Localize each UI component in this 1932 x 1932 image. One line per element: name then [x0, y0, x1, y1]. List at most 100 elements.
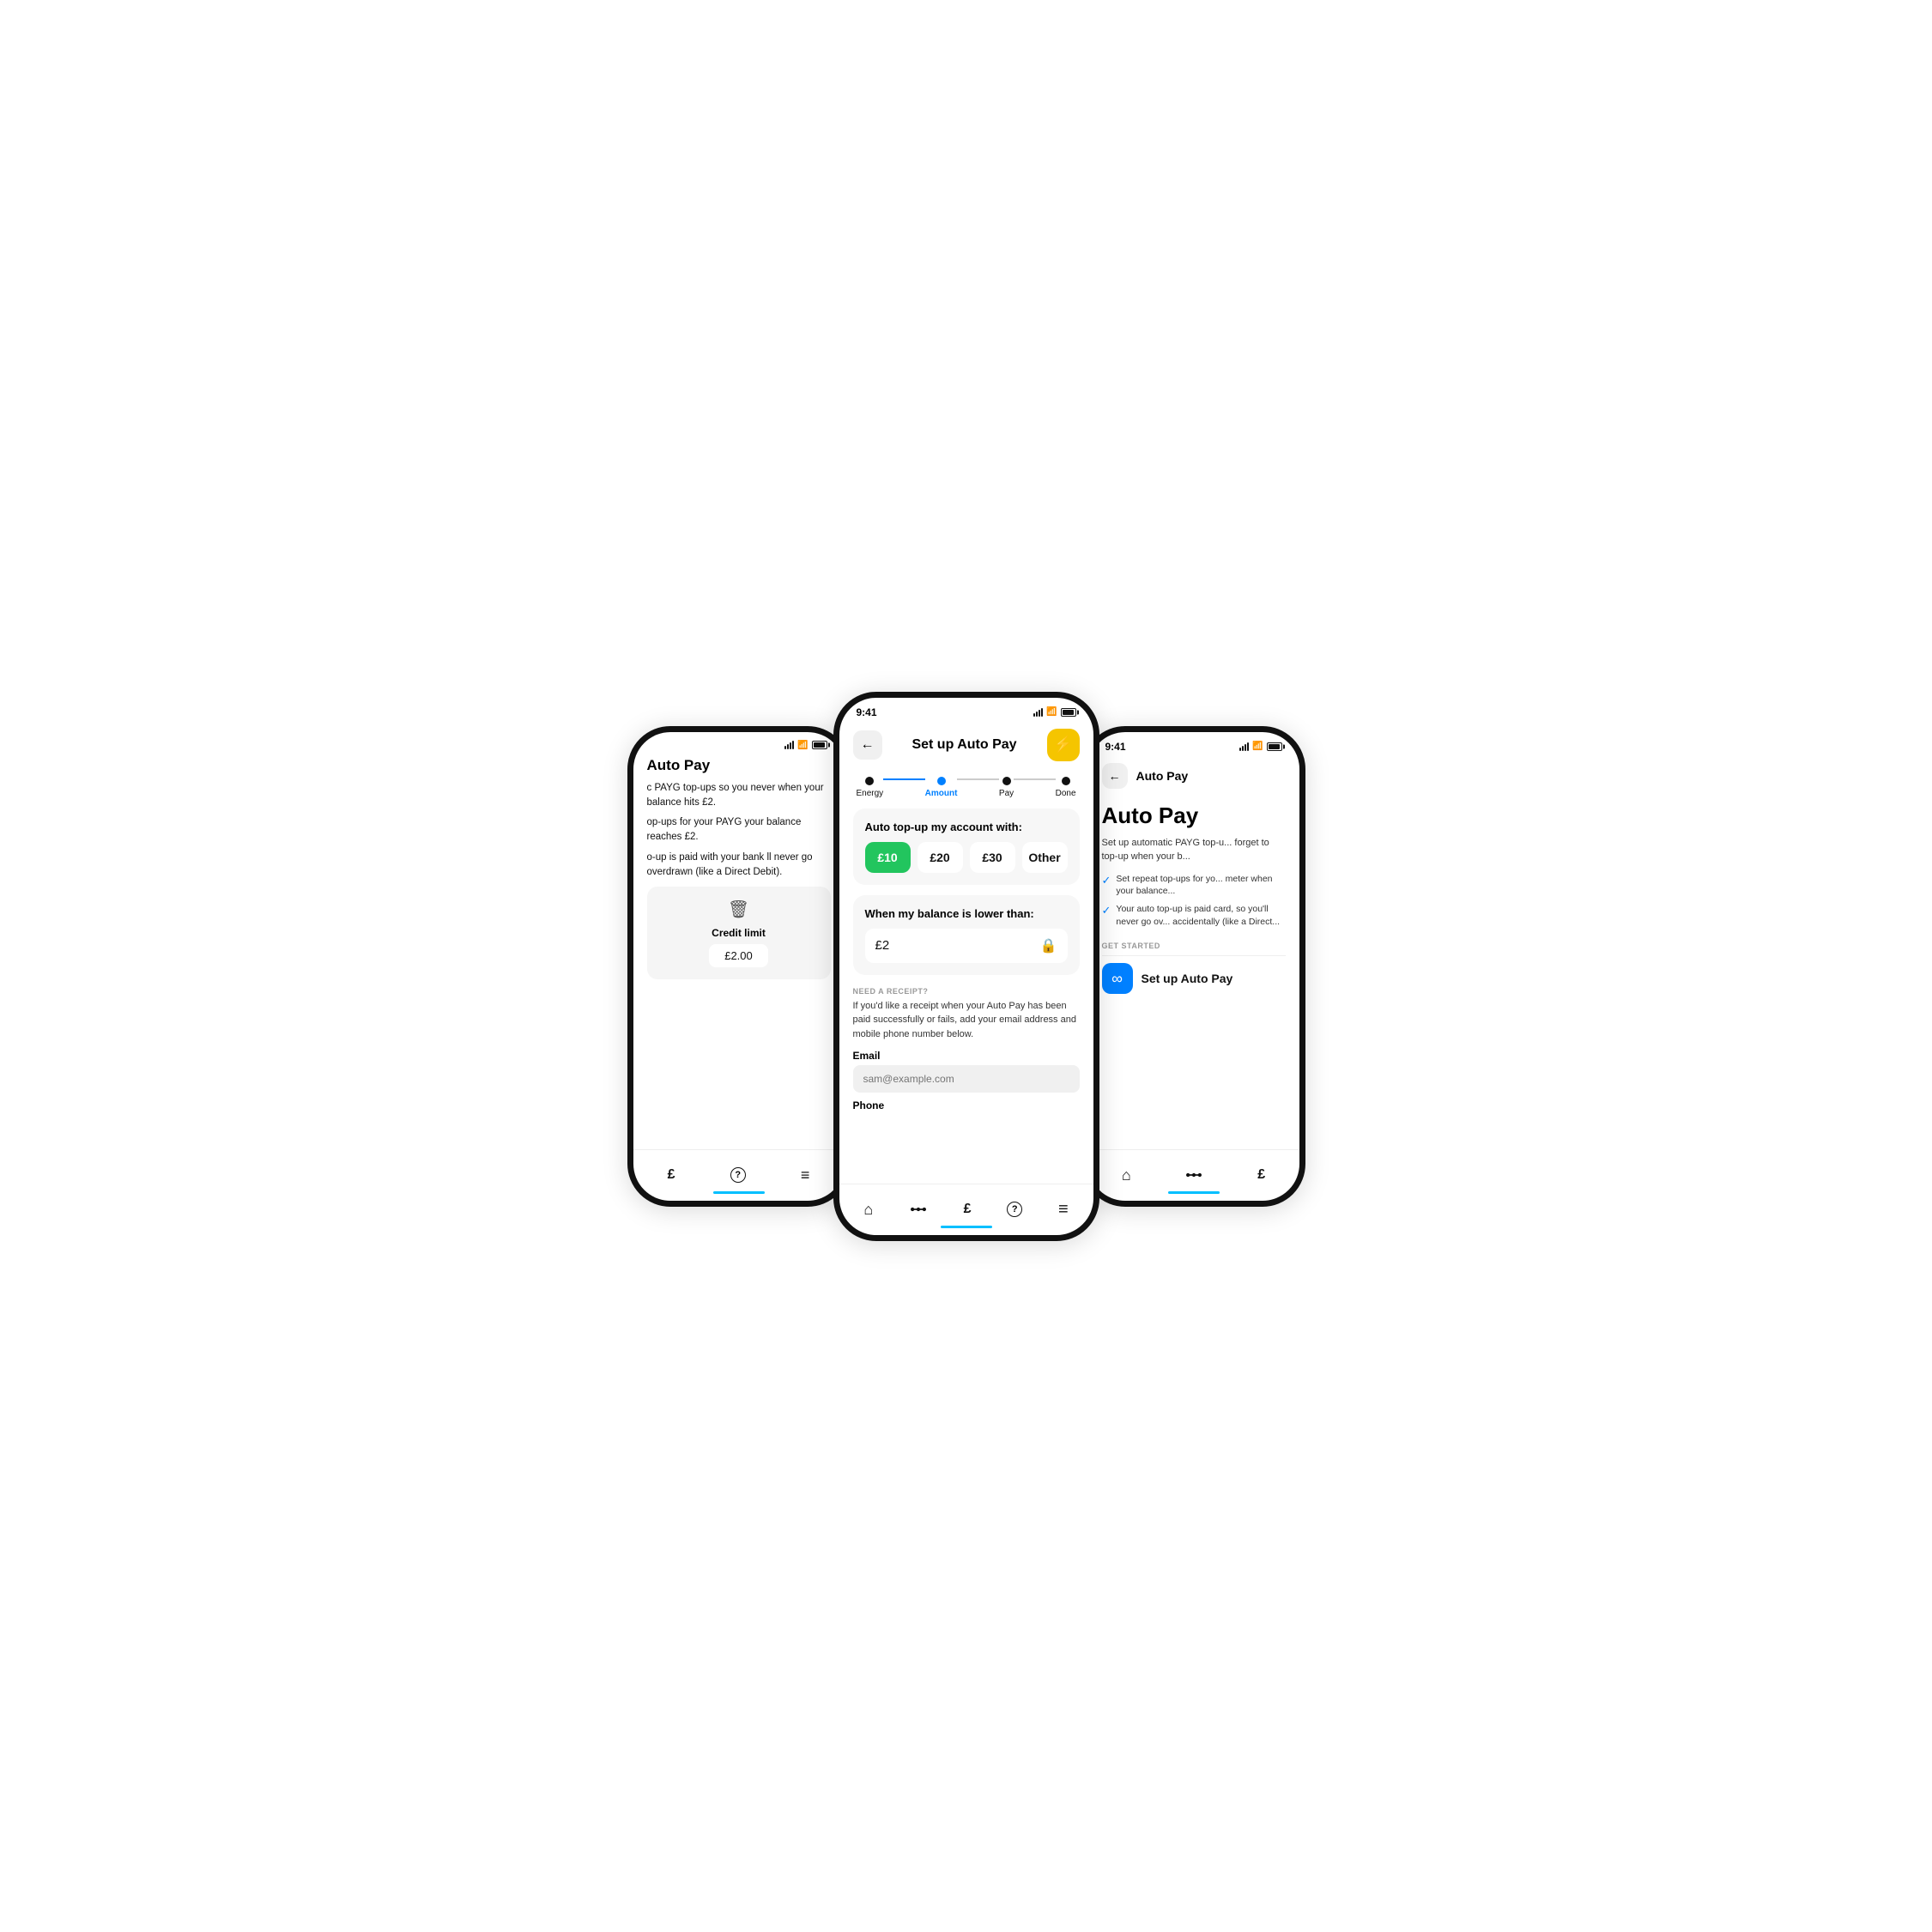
left-page-title: Auto Pay	[647, 757, 831, 774]
setup-autopay-label: Set up Auto Pay	[1142, 972, 1233, 985]
left-nav-menu[interactable]: ≡	[801, 1166, 810, 1184]
step-label-energy: Energy	[857, 789, 884, 798]
right-time: 9:41	[1105, 741, 1126, 753]
lock-icon: 🔒	[1040, 937, 1057, 954]
amount-other-button[interactable]: Other	[1022, 842, 1068, 873]
amount-30-button[interactable]: £30	[970, 842, 1015, 873]
right-back-button[interactable]: ←	[1102, 763, 1128, 789]
left-credit-card: 🗑 Credit limit £2.00	[647, 887, 831, 979]
center-nav-help[interactable]: ?	[1007, 1202, 1022, 1217]
signal-icon	[784, 741, 794, 749]
check-item-2: ✓ Your auto top-up is paid card, so you'…	[1102, 903, 1286, 928]
step-line-1	[883, 778, 924, 780]
balance-section: When my balance is lower than: £2 🔒	[853, 895, 1080, 975]
get-started-label: GET STARTED	[1102, 942, 1286, 950]
right-desc: Set up automatic PAYG top-u... forget to…	[1102, 836, 1286, 864]
topup-section: Auto top-up my account with: £10 £20 £30…	[853, 809, 1080, 885]
receipt-desc: If you'd like a receipt when your Auto P…	[853, 999, 1080, 1042]
credit-limit-label: Credit limit	[712, 927, 766, 939]
left-nav-help[interactable]: ?	[730, 1167, 746, 1183]
scene: 📶 Auto Pay c PAYG top-ups so you never w…	[537, 657, 1396, 1275]
step-done: Done	[1056, 777, 1076, 798]
battery-icon	[812, 741, 827, 749]
right-wifi-icon: 📶	[1252, 742, 1263, 751]
step-dot-energy	[865, 777, 874, 785]
center-status-icons: 📶	[1033, 707, 1075, 717]
left-content: Auto Pay c PAYG top-ups so you never whe…	[633, 754, 845, 1149]
credit-value: £2.00	[709, 944, 768, 967]
right-nav-track[interactable]	[1184, 1170, 1203, 1180]
right-header-title: Auto Pay	[1136, 769, 1189, 783]
check-text-2: Your auto top-up is paid card, so you'll…	[1116, 903, 1285, 928]
amount-20-button[interactable]: £20	[918, 842, 963, 873]
left-desc1: c PAYG top-ups so you never when your ba…	[647, 781, 831, 811]
phone-label: Phone	[853, 1099, 1080, 1111]
left-status-icons: 📶	[784, 741, 827, 750]
balance-title: When my balance is lower than:	[865, 907, 1068, 920]
progress-steps: Energy Amount Pay Done	[839, 768, 1093, 803]
center-battery-icon	[1061, 708, 1076, 717]
back-icon: ←	[861, 737, 875, 753]
infinity-icon: ∞	[1111, 970, 1123, 988]
autopay-icon-box: ∞	[1102, 963, 1133, 994]
left-status-bar: 📶	[633, 732, 845, 754]
center-nav-pound[interactable]: £	[964, 1202, 972, 1217]
check-icon-2: ✓	[1102, 904, 1111, 918]
center-header-title: Set up Auto Pay	[882, 737, 1047, 753]
right-status-icons: 📶	[1239, 742, 1281, 751]
center-phone: 9:41 📶 ← Set up Auto Pay ⚡ Energy	[833, 692, 1099, 1241]
center-back-button[interactable]: ←	[853, 730, 882, 760]
right-bottom-bar: ⌂ £	[1088, 1149, 1299, 1201]
wifi-icon: 📶	[797, 741, 808, 750]
balance-value: £2	[875, 938, 890, 953]
left-bottom-bar: £ ? ≡	[633, 1149, 845, 1201]
amount-options: £10 £20 £30 Other	[865, 842, 1068, 873]
center-wifi-icon: 📶	[1046, 707, 1057, 717]
trash-icon: 🗑	[728, 899, 749, 920]
left-desc2: op-ups for your PAYG your balance reache…	[647, 815, 831, 845]
step-label-pay: Pay	[999, 789, 1014, 798]
check-text-1: Set repeat top-ups for yo... meter when …	[1116, 873, 1285, 898]
check-item-1: ✓ Set repeat top-ups for yo... meter whe…	[1102, 873, 1286, 898]
receipt-section: NEED A RECEIPT? If you'd like a receipt …	[853, 985, 1080, 1121]
setup-autopay-button[interactable]: ∞ Set up Auto Pay	[1102, 963, 1286, 994]
amount-10-button[interactable]: £10	[865, 842, 911, 873]
left-desc3: o-up is paid with your bank ll never go …	[647, 851, 831, 881]
center-body: Auto top-up my account with: £10 £20 £30…	[839, 803, 1093, 1184]
center-time: 9:41	[857, 706, 877, 718]
center-status-bar: 9:41 📶	[839, 698, 1093, 722]
right-header: ← Auto Pay	[1102, 756, 1286, 796]
center-nav-menu[interactable]: ≡	[1058, 1200, 1069, 1220]
right-nav-pound[interactable]: £	[1257, 1167, 1265, 1183]
step-energy: Energy	[857, 777, 884, 798]
center-nav-track[interactable]	[909, 1204, 928, 1214]
email-label: Email	[853, 1050, 1080, 1062]
right-phone: 9:41 📶 ← Auto Pay Auto Pay Set up automa…	[1082, 726, 1305, 1207]
center-signal-icon	[1033, 708, 1043, 717]
step-line-2	[957, 778, 998, 780]
balance-row: £2 🔒	[865, 929, 1068, 963]
email-input[interactable]	[853, 1065, 1080, 1093]
right-status-bar: 9:41 📶	[1088, 732, 1299, 756]
left-phone: 📶 Auto Pay c PAYG top-ups so you never w…	[627, 726, 851, 1207]
divider	[1102, 955, 1286, 956]
left-nav-pound[interactable]: £	[668, 1167, 675, 1183]
right-main-title: Auto Pay	[1102, 802, 1286, 829]
step-label-done: Done	[1056, 789, 1076, 798]
center-nav-home[interactable]: ⌂	[863, 1201, 873, 1219]
right-content: ← Auto Pay Auto Pay Set up automatic PAY…	[1088, 756, 1299, 1149]
right-back-icon: ←	[1109, 769, 1121, 783]
step-pay: Pay	[999, 777, 1014, 798]
check-icon-1: ✓	[1102, 874, 1111, 887]
step-dot-pay	[1002, 777, 1011, 785]
lightning-icon: ⚡	[1053, 736, 1072, 754]
right-nav-home[interactable]: ⌂	[1122, 1166, 1131, 1184]
step-label-amount: Amount	[925, 789, 958, 798]
step-dot-done	[1062, 777, 1070, 785]
center-bottom-bar: ⌂ £ ? ≡	[839, 1184, 1093, 1235]
lightning-button[interactable]: ⚡	[1047, 729, 1080, 761]
step-line-3	[1014, 778, 1055, 780]
receipt-label: NEED A RECEIPT?	[853, 987, 1080, 996]
step-amount: Amount	[925, 777, 958, 798]
center-header: ← Set up Auto Pay ⚡	[839, 722, 1093, 768]
